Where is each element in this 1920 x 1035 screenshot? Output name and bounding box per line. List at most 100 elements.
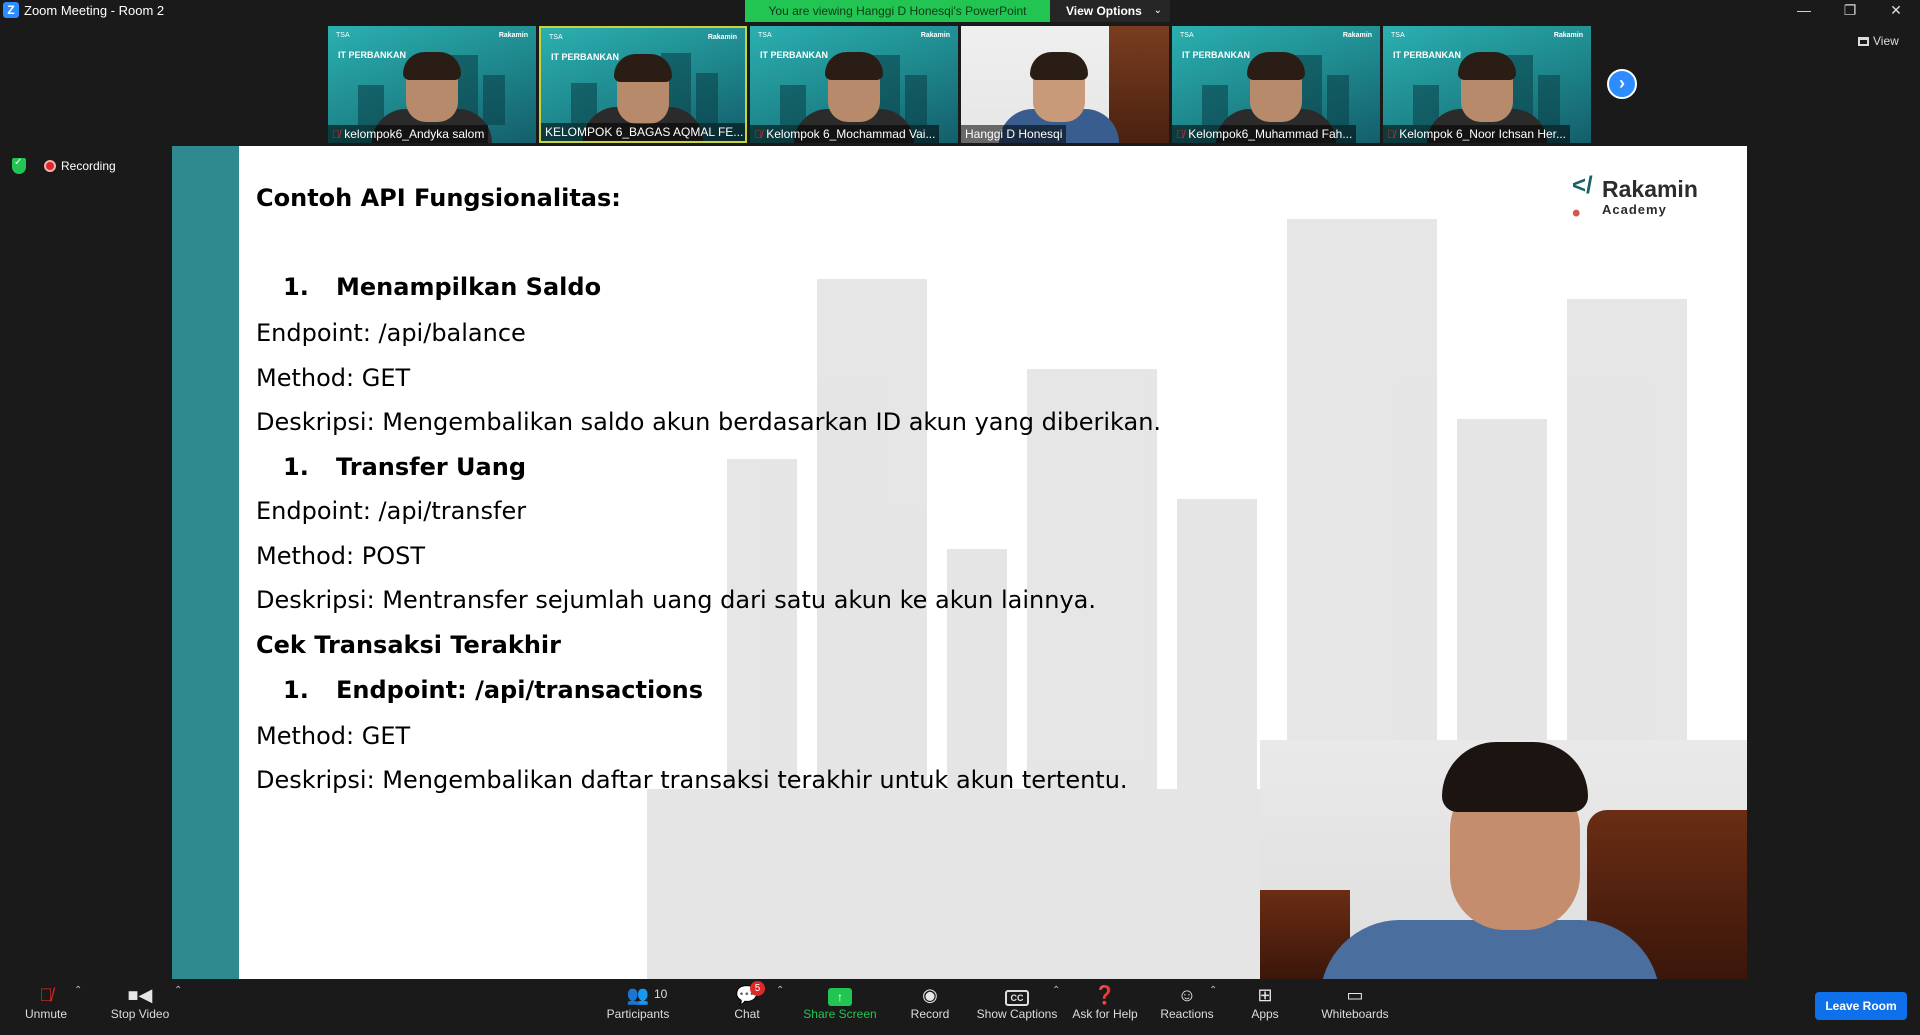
- rakamin-logo-icon: </•: [1572, 172, 1593, 227]
- slide-line-text: Deskripsi: Mentransfer sejumlah uang dar…: [256, 586, 1096, 614]
- chevron-up-icon[interactable]: ⌃: [776, 985, 784, 996]
- brand-name: Rakamin: [1602, 176, 1698, 202]
- reactions-button[interactable]: ☺ Reactions ⌃: [1157, 979, 1217, 1035]
- window-title: Zoom Meeting - Room 2: [24, 3, 165, 18]
- wood-panel-shape: [1109, 26, 1169, 143]
- slide-line-text: Method: GET: [256, 364, 411, 392]
- recording-indicator[interactable]: Recording: [44, 156, 116, 176]
- muted-microphone-icon: 🎙̸: [39, 985, 53, 1005]
- slide-text-line: Method: GET: [256, 722, 410, 750]
- ask-for-help-button[interactable]: ❓ Ask for Help: [1070, 979, 1140, 1035]
- muted-microphone-icon: 🎙̸: [1176, 129, 1185, 141]
- muted-microphone-icon: 🎙̸: [332, 129, 341, 141]
- participant-name-label: KELOMPOK 6_BAGAS AQMAL FE...: [545, 125, 744, 139]
- show-captions-button[interactable]: CC Show Captions ⌃: [975, 979, 1061, 1035]
- slide-text-line: Endpoint: /api/transfer: [256, 497, 526, 525]
- slide-heading: Contoh API Fungsionalitas:: [256, 184, 621, 212]
- tile-logo: TSA: [1391, 32, 1405, 39]
- smiley-plus-icon: ☺: [1177, 985, 1197, 1005]
- participant-name: 🎙̸ Kelompok 6_Mochammad Vai...: [750, 125, 940, 143]
- restore-icon[interactable]: ❐: [1827, 0, 1873, 22]
- tile-logo: TSA: [758, 32, 772, 39]
- stop-video-button[interactable]: ■◀ Stop Video ⌃: [104, 979, 183, 1035]
- participant-name-label: Kelompok 6_Mochammad Vai...: [766, 127, 936, 141]
- share-screen-arrow-icon: ↑: [828, 988, 852, 1006]
- zoom-meeting-window: Z Zoom Meeting - Room 2 You are viewing …: [0, 0, 1920, 1035]
- slide-numbered-item: 1. Endpoint: /api/transactions: [256, 676, 703, 704]
- participant-name: 🎙̸ kelompok6_Andyka salom: [328, 125, 489, 143]
- participants-count: 10: [654, 987, 668, 1001]
- chevron-up-icon[interactable]: ⌃: [1052, 985, 1060, 996]
- slide-line-text: Deskripsi: Mengembalikan daftar transaks…: [256, 766, 1128, 794]
- whiteboards-label: Whiteboards: [1321, 1007, 1389, 1021]
- chat-button[interactable]: 💬 5 Chat ⌃: [722, 979, 784, 1035]
- chat-label: Chat: [734, 1007, 760, 1021]
- chat-bubble-icon: 💬: [735, 985, 759, 1005]
- tile-header: IT PERBANKAN: [1393, 50, 1462, 60]
- slide-line-text: Endpoint: /api/transactions: [336, 676, 704, 704]
- leave-room-button[interactable]: Leave Room: [1815, 992, 1907, 1020]
- record-button[interactable]: ◉ Record: [905, 979, 955, 1035]
- view-button[interactable]: View: [1858, 34, 1899, 48]
- whiteboard-icon: ▭: [1346, 985, 1364, 1005]
- chevron-up-icon[interactable]: ⌃: [174, 985, 182, 996]
- share-screen-button[interactable]: ↑ Share Screen: [800, 979, 880, 1035]
- close-icon[interactable]: ✕: [1873, 0, 1919, 22]
- participant-tile[interactable]: TSA Rakamin IT PERBANKAN KELOMPOK 6_BAGAS A…: [539, 26, 747, 143]
- participant-name-label: Hanggi D Honesqi: [965, 127, 1063, 141]
- slide-text-line: Endpoint: /api/balance: [256, 319, 526, 347]
- list-number: 1.: [283, 273, 309, 301]
- chat-unread-badge: 5: [750, 981, 765, 996]
- slide-text-line: Method: GET: [256, 364, 410, 392]
- apps-label: Apps: [1251, 1007, 1279, 1021]
- tile-logo: TSA: [1180, 32, 1194, 39]
- slide-text-line: Deskripsi: Mentransfer sejumlah uang dar…: [256, 586, 1096, 614]
- participant-name-label: Kelompok6_Muhammad Fah...: [1188, 127, 1353, 141]
- slide-line-text: Endpoint: /api/balance: [256, 319, 526, 347]
- help-question-icon: ❓: [1093, 985, 1117, 1005]
- stop-video-label: Stop Video: [110, 1007, 170, 1021]
- security-shield-icon[interactable]: [12, 157, 26, 174]
- meeting-toolbar: 🎙̸ Unmute ⌃ ■◀ Stop Video ⌃ 👥 10 Partici…: [0, 979, 1920, 1035]
- screen-share-banner: You are viewing Hanggi D Honesqi's Power…: [745, 0, 1050, 22]
- participant-name: KELOMPOK 6_BAGAS AQMAL FE...: [541, 123, 745, 141]
- unmute-button[interactable]: 🎙̸ Unmute ⌃: [16, 979, 82, 1035]
- participant-tile[interactable]: TSA Rakamin IT PERBANKAN 🎙̸ kelompok6_Andyka…: [328, 26, 536, 143]
- slide-numbered-item: 1. Menampilkan Saldo: [256, 273, 601, 301]
- slide-line-text: Transfer Uang: [336, 453, 526, 481]
- share-screen-label: Share Screen: [803, 1007, 877, 1021]
- unmute-label: Unmute: [24, 1007, 68, 1021]
- slide-text-line: Method: POST: [256, 542, 425, 570]
- show-captions-label: Show Captions: [976, 1007, 1058, 1021]
- recording-dot-icon: [44, 160, 56, 172]
- video-camera-icon: ■◀: [127, 985, 153, 1005]
- closed-captions-icon: CC: [1005, 990, 1029, 1006]
- whiteboards-button[interactable]: ▭ Whiteboards: [1318, 979, 1392, 1035]
- minimize-icon[interactable]: —: [1781, 0, 1827, 22]
- chevron-up-icon[interactable]: ⌃: [74, 985, 82, 996]
- slide-teal-bar: [172, 146, 239, 979]
- tile-header: IT PERBANKAN: [1182, 50, 1251, 60]
- apps-button[interactable]: ⊞ Apps: [1245, 979, 1285, 1035]
- participants-label: Participants: [606, 1007, 670, 1021]
- tile-header: IT PERBANKAN: [760, 50, 829, 60]
- participant-tile[interactable]: TSA Rakamin IT PERBANKAN 🎙̸ Kelompok 6_Noor …: [1383, 26, 1591, 143]
- participant-tile[interactable]: Hanggi D Honesqi: [961, 26, 1169, 143]
- slide-line-text: Contoh API Fungsionalitas:: [256, 184, 621, 212]
- next-page-arrow-icon[interactable]: ›: [1607, 69, 1637, 99]
- slide-line-text: Menampilkan Saldo: [336, 273, 602, 301]
- slide-line-text: Cek Transaksi Terakhir: [256, 631, 561, 659]
- slide-line-text: Endpoint: /api/transfer: [256, 497, 527, 525]
- tile-brand: Rakamin: [707, 34, 737, 41]
- tile-logo: TSA: [549, 34, 563, 41]
- view-options-button[interactable]: View Options ⌄: [1050, 0, 1170, 22]
- chevron-up-icon[interactable]: ⌃: [1209, 985, 1217, 996]
- list-number: 1.: [283, 453, 309, 481]
- chevron-down-icon: ⌄: [1153, 5, 1162, 16]
- participant-name-label: Kelompok 6_Noor Ichsan Her...: [1399, 127, 1567, 141]
- tile-brand: Rakamin: [1342, 32, 1372, 39]
- tile-logo: TSA: [336, 32, 350, 39]
- participant-tile[interactable]: TSA Rakamin IT PERBANKAN 🎙̸ Kelompok 6_Mocha…: [750, 26, 958, 143]
- participant-tile[interactable]: TSA Rakamin IT PERBANKAN 🎙̸ Kelompok6_Muhamm…: [1172, 26, 1380, 143]
- participants-button[interactable]: 👥 10 Participants: [598, 979, 678, 1035]
